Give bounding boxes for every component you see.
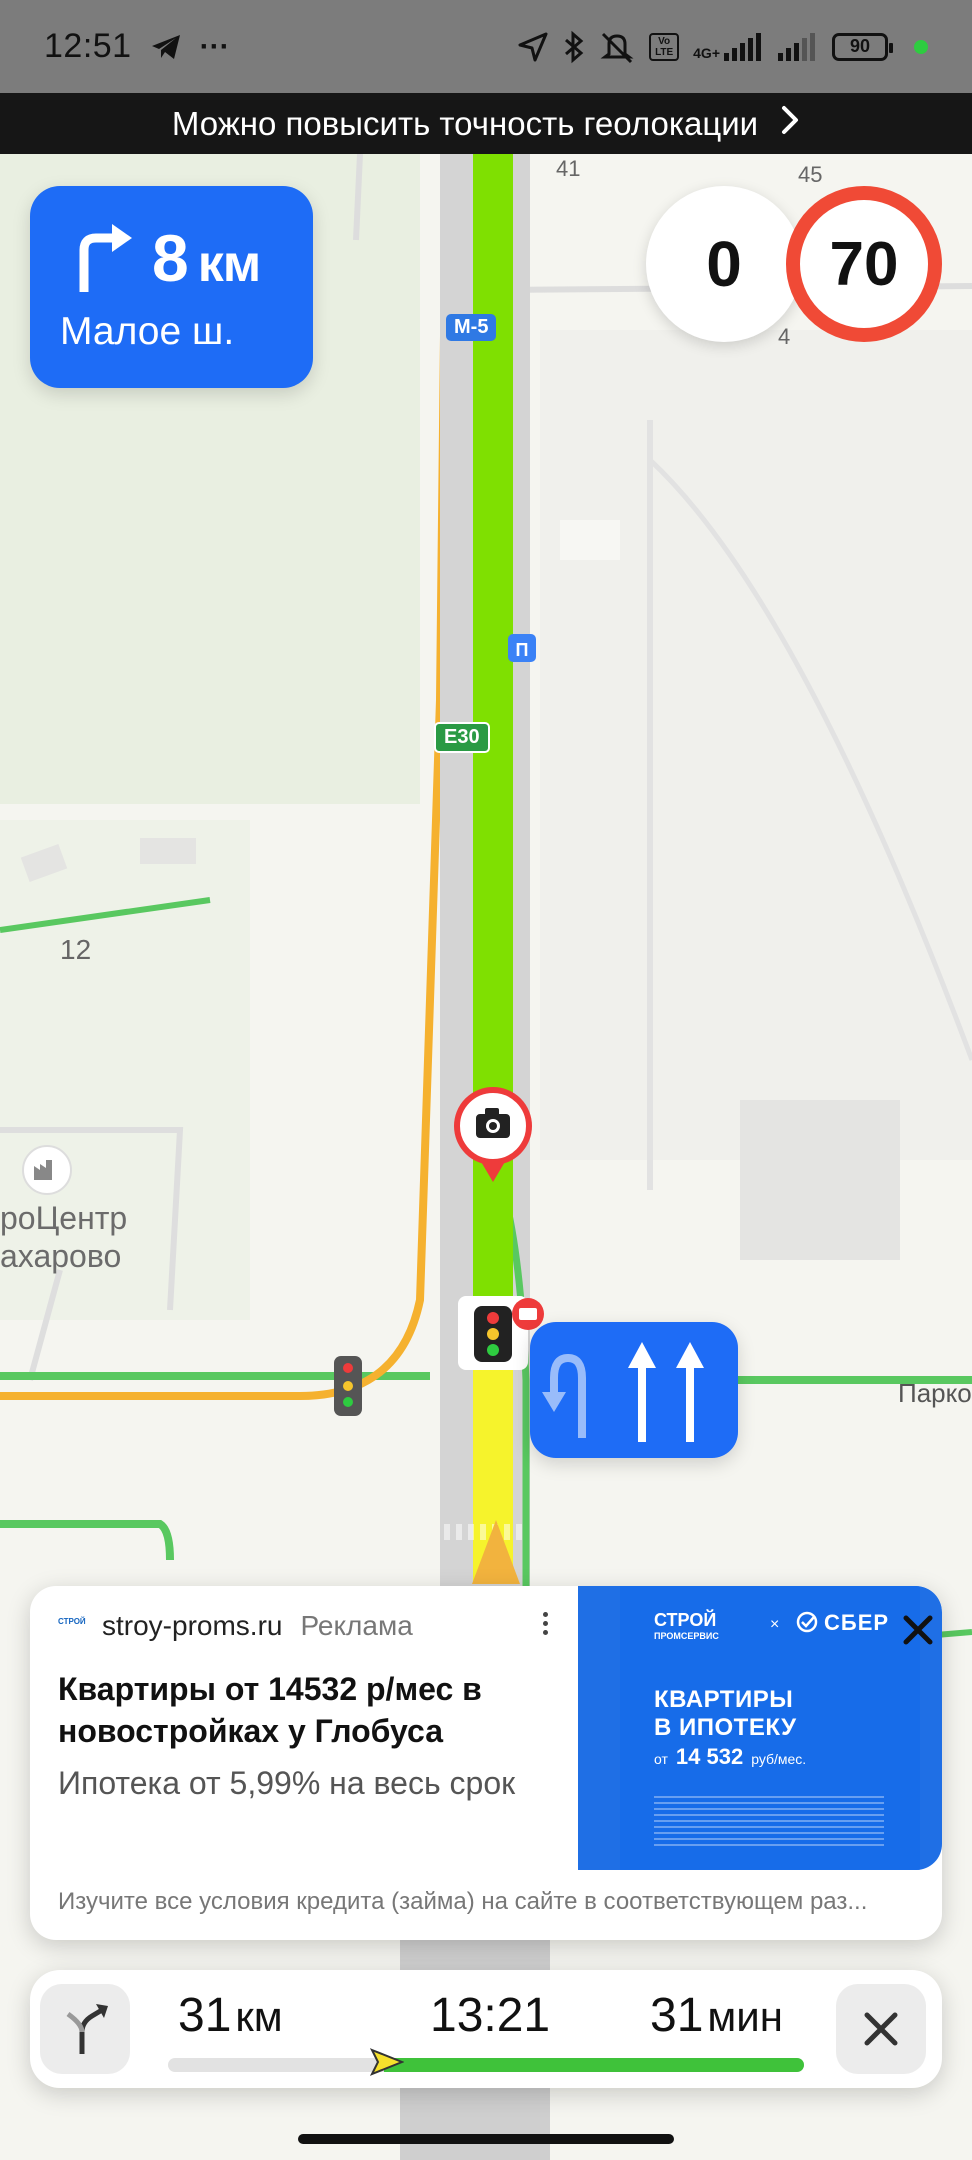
lane-arrows xyxy=(520,1342,704,1442)
ad-disclaimer: Изучите все условия кредита (займа) на с… xyxy=(58,1888,868,1915)
ad-label: Реклама xyxy=(300,1610,413,1641)
route-summary-bar: 31км 13:21 31мин xyxy=(30,1970,942,2088)
ad-image-partner: СБЕР xyxy=(796,1610,889,1636)
bluetooth-icon xyxy=(563,30,585,64)
ad-subtitle: Ипотека от 5,99% на весь срок xyxy=(58,1765,516,1801)
traffic-light-left-icon xyxy=(334,1356,362,1416)
signal-icon-2 xyxy=(778,32,818,61)
network-type: 4G+ xyxy=(693,32,764,61)
next-maneuver-card[interactable]: 8 км Малое ш. xyxy=(30,186,313,388)
house-number: 4 xyxy=(778,324,791,349)
signal-icon xyxy=(724,32,761,61)
arrival-time: 13:21 xyxy=(430,1989,551,2042)
close-icon xyxy=(903,1615,933,1645)
battery-icon: 90 xyxy=(832,32,893,61)
ad-card[interactable]: СТРОЙ stroy-proms.ru Реклама Квартиры от… xyxy=(30,1586,942,1940)
ad-image-fine-print xyxy=(654,1796,884,1846)
ad-image-brand: СТРОЙ ПРОМСЕРВИС xyxy=(654,1610,719,1641)
home-indicator[interactable] xyxy=(298,2134,674,2144)
straight-lane-icon xyxy=(628,1342,656,1442)
ad-header: СТРОЙ stroy-proms.ru Реклама xyxy=(58,1610,413,1642)
location-icon xyxy=(517,31,549,63)
maneuver-street: Малое ш. xyxy=(60,310,235,353)
svg-text:П: П xyxy=(516,640,529,660)
maneuver-distance: 8 км xyxy=(152,221,261,295)
end-route-button[interactable] xyxy=(836,1984,926,2074)
building xyxy=(740,1100,900,1260)
fork-route-icon xyxy=(66,2004,108,2054)
road-shield-m5: M-5 xyxy=(446,314,497,341)
chevron-right-icon xyxy=(780,105,800,143)
route-progress-fill xyxy=(384,2058,804,2072)
route-options-button[interactable] xyxy=(40,1984,130,2074)
crosswalk xyxy=(442,1524,528,1540)
status-left-icons: ··· xyxy=(150,30,230,64)
u-turn-left-lane-icon xyxy=(542,1353,586,1438)
turn-right-icon xyxy=(74,220,136,297)
building xyxy=(140,838,196,864)
house-number: 45 xyxy=(798,162,823,187)
telegram-icon xyxy=(150,33,182,61)
minor-road xyxy=(353,154,363,241)
remaining-distance: 31км xyxy=(178,1989,283,2042)
privacy-dot xyxy=(914,39,928,54)
close-icon xyxy=(864,2012,898,2046)
poi-name[interactable]: роЦентр xyxy=(0,1200,127,1236)
more-notifications: ··· xyxy=(199,29,230,63)
banner-text: Можно повысить точность геолокации xyxy=(171,104,759,142)
ad-image-x: × xyxy=(770,1616,780,1633)
straight-lane-icon xyxy=(676,1342,704,1442)
status-time: 12:51 xyxy=(44,27,132,65)
route-progress-bar xyxy=(168,2058,804,2072)
building xyxy=(560,520,620,560)
ad-menu-button[interactable] xyxy=(530,1608,560,1648)
industrial-area xyxy=(540,330,972,1160)
ad-title[interactable]: Квартиры от 14532 р/мес в новостройках у… xyxy=(58,1668,548,1752)
poi-name[interactable]: ахарово xyxy=(0,1238,121,1274)
volte-badge: Vo LTE xyxy=(649,32,680,61)
house-number: 12 xyxy=(60,934,92,965)
ad-domain[interactable]: stroy-proms.ru xyxy=(102,1610,282,1642)
current-speed: 0 xyxy=(646,186,802,342)
speed-limit-sign: 70 xyxy=(786,186,942,342)
lane-guidance xyxy=(520,1322,738,1458)
sber-logo-icon xyxy=(796,1611,818,1633)
close-ad-button[interactable] xyxy=(896,1608,940,1652)
ad-image-headline: КВАРТИРЫ В ИПОТЕКУ xyxy=(654,1686,797,1741)
street-label: Парко xyxy=(898,1378,972,1408)
geolocation-accuracy-banner[interactable]: Можно повысить точность геолокации xyxy=(0,93,972,154)
remaining-duration: 31мин xyxy=(650,1989,783,2042)
road-green xyxy=(0,1520,174,1561)
mute-icon xyxy=(599,30,635,64)
ad-logo: СТРОЙ xyxy=(58,1617,86,1626)
road-shield-e30: E30 xyxy=(434,722,490,753)
ad-image-price: от 14 532 руб/мес. xyxy=(654,1744,807,1769)
house-number: 41 xyxy=(556,156,581,181)
status-bar: 12:51 ··· Vo LTE 4G+ 90 xyxy=(0,0,972,93)
status-right-icons: Vo LTE 4G+ 90 xyxy=(517,30,928,64)
ad-image[interactable]: СТРОЙ ПРОМСЕРВИС × СБЕР КВАРТИРЫ В ИПОТЕ… xyxy=(578,1586,942,1870)
